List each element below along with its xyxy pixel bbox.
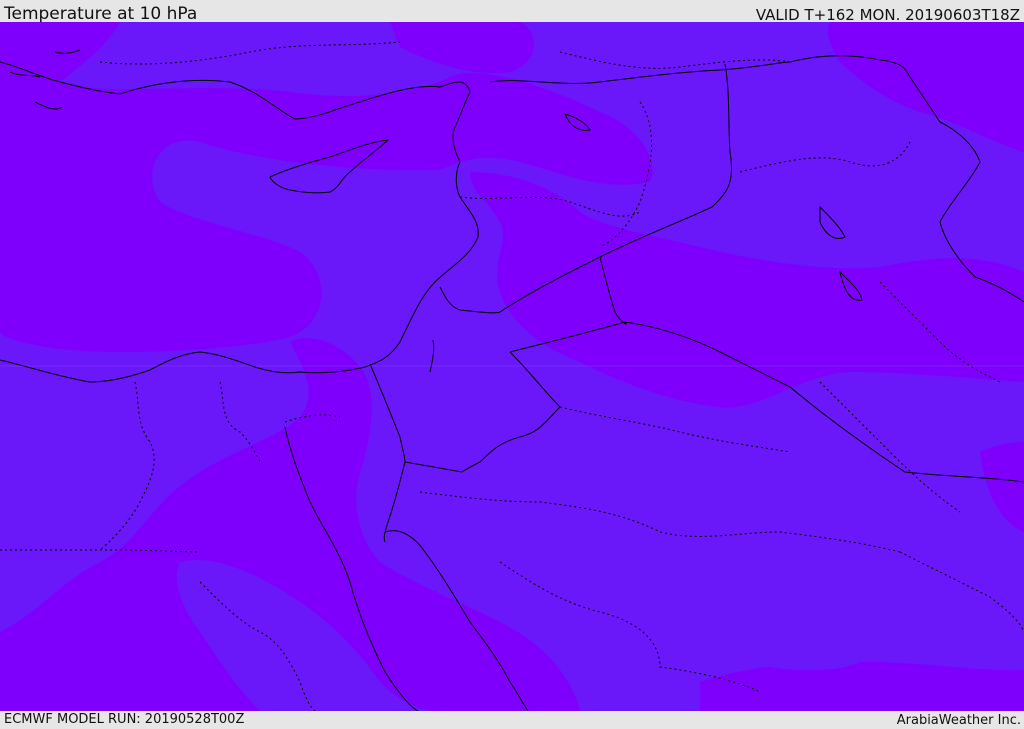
map-frame: Temperature at 10 hPa VALID T+162 MON. 2…: [0, 0, 1024, 729]
model-run-label: ECMWF MODEL RUN: 20190528T00Z: [4, 712, 245, 727]
footer-bar: ECMWF MODEL RUN: 20190528T00Z ArabiaWeat…: [0, 711, 1024, 729]
temperature-map: [0, 22, 1024, 711]
map-title: Temperature at 10 hPa: [4, 4, 198, 24]
map-area: [0, 22, 1024, 711]
header-bar: Temperature at 10 hPa VALID T+162 MON. 2…: [0, 0, 1024, 24]
band-warm-patch-2: [726, 558, 746, 566]
credit-label: ArabiaWeather Inc.: [896, 713, 1021, 728]
